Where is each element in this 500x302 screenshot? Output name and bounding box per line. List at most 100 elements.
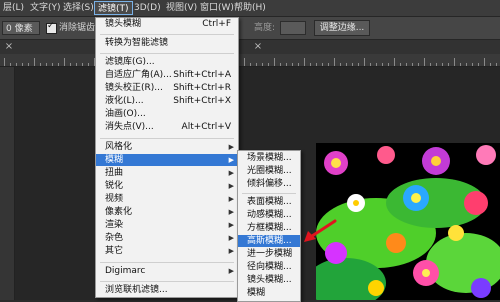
ruler-tick	[424, 58, 425, 66]
menu-item-adaptive-wide-angle[interactable]: 自适应广角(A)... Shift+Ctrl+A	[96, 69, 238, 81]
ruler-tick	[292, 63, 293, 66]
menu-item-box-blur[interactable]: 方框模糊...	[238, 222, 300, 234]
ruler-tick	[256, 63, 257, 66]
ruler-tick	[262, 63, 263, 66]
item-shortcut: Shift+Ctrl+A	[173, 70, 231, 80]
menu-separator	[100, 281, 234, 282]
menu-item-lens-blur-repeat[interactable]: 镜头模糊 Ctrl+F	[96, 18, 238, 30]
item-label: 油画(O)...	[105, 109, 146, 119]
submenu-arrow-icon: ▶	[228, 247, 234, 255]
ruler-tick	[448, 63, 449, 66]
submenu-arrow-icon: ▶	[228, 208, 234, 216]
ruler-tick	[376, 63, 377, 66]
menu-layer[interactable]: 层(L)	[0, 1, 27, 15]
submenu-arrow-icon: ▶	[228, 195, 234, 203]
menu-item-surface-blur[interactable]: 表面模糊...	[238, 196, 300, 208]
item-label: 浏览联机滤镜...	[105, 285, 168, 295]
menu-item-sharpen[interactable]: 锐化 ▶	[96, 180, 238, 192]
antialias-checkbox[interactable]	[46, 21, 57, 34]
menu-view[interactable]: 视图(V)	[163, 1, 200, 15]
close-tab-icon[interactable]: ×	[3, 41, 15, 53]
menu-item-distort[interactable]: 扭曲 ▶	[96, 167, 238, 179]
item-shortcut: Shift+Ctrl+R	[173, 83, 231, 93]
tool-strip	[0, 67, 15, 300]
menu-item-oil-paint[interactable]: 油画(O)...	[96, 108, 238, 120]
menu-item-digimarc[interactable]: Digimarc ▶	[96, 265, 238, 277]
menu-filter[interactable]: 滤镜(T)	[94, 1, 133, 15]
menu-item-field-blur[interactable]: 场景模糊...	[238, 152, 300, 164]
refine-edge-button[interactable]: 调整边缘...	[314, 20, 370, 36]
ruler-tick	[274, 58, 275, 66]
ruler-tick	[310, 63, 311, 66]
menu-item-render[interactable]: 渲染 ▶	[96, 219, 238, 231]
menu-item-pixelate[interactable]: 像素化 ▶	[96, 206, 238, 218]
close-tab-icon-2[interactable]: ×	[252, 41, 264, 53]
menu-item-blur-more[interactable]: 进一步模糊	[238, 248, 300, 260]
ruler-tick	[382, 63, 383, 66]
ruler-tick	[436, 63, 437, 66]
ruler-tick	[460, 63, 461, 66]
item-label: Digimarc	[105, 266, 146, 276]
menu-item-filter-gallery[interactable]: 滤镜库(G)...	[96, 56, 238, 68]
ruler-tick	[298, 63, 299, 66]
item-label: 液化(L)...	[105, 96, 144, 106]
menu-item-vanishing-point[interactable]: 消失点(V)... Alt+Ctrl+V	[96, 121, 238, 133]
filter-dropdown-menu: 镜头模糊 Ctrl+F 转换为智能滤镜 滤镜库(G)... 自适应广角(A)...…	[95, 17, 239, 298]
ruler-tick	[10, 63, 11, 66]
height-input[interactable]	[280, 21, 306, 35]
menu-item-other[interactable]: 其它 ▶	[96, 245, 238, 257]
menu-3d[interactable]: 3D(D)	[131, 1, 164, 15]
menu-select[interactable]: 选择(S)	[60, 1, 97, 15]
item-label: 转换为智能滤镜	[105, 38, 169, 48]
menu-item-radial-blur[interactable]: 径向模糊...	[238, 261, 300, 273]
menu-item-motion-blur[interactable]: 动感模糊...	[238, 209, 300, 221]
document-tab-strip: × ×	[0, 40, 500, 54]
ruler-tick	[484, 58, 485, 66]
ruler-tick	[52, 63, 53, 66]
submenu-arrow-icon: ▶	[228, 156, 234, 164]
menu-item-blur[interactable]: 模糊 ▶	[96, 154, 238, 166]
menu-help[interactable]: 帮助(H)	[231, 1, 269, 15]
menu-item-stylize[interactable]: 风格化 ▶	[96, 141, 238, 153]
menu-type[interactable]: 文字(Y)	[27, 1, 64, 15]
ruler-tick	[478, 63, 479, 66]
item-label: 模糊	[247, 288, 266, 298]
antialias-label: 消除锯齿	[59, 23, 96, 33]
ruler-tick	[340, 63, 341, 66]
ruler-tick	[250, 63, 251, 66]
item-label: 滤镜库(G)...	[105, 57, 155, 67]
ruler-tick	[334, 58, 335, 66]
item-label: 杂色	[105, 233, 124, 243]
ruler-tick	[466, 63, 467, 66]
height-label: 高度:	[254, 23, 276, 33]
ruler-tick	[490, 63, 491, 66]
feather-input[interactable]: 0 像素	[2, 21, 40, 35]
menu-item-noise[interactable]: 杂色 ▶	[96, 232, 238, 244]
menu-item-browse-filters-online[interactable]: 浏览联机滤镜...	[96, 284, 238, 296]
menu-item-convert-smart-filters[interactable]: 转换为智能滤镜	[96, 37, 238, 49]
item-label: 倾斜偏移...	[247, 179, 292, 189]
menu-item-lens-correction[interactable]: 镜头校正(R)... Shift+Ctrl+R	[96, 82, 238, 94]
menu-item-blur-simple[interactable]: 模糊	[238, 287, 300, 299]
ruler-tick	[430, 63, 431, 66]
ruler-tick	[412, 63, 413, 66]
menu-item-tilt-shift[interactable]: 倾斜偏移...	[238, 178, 300, 190]
menu-item-gaussian-blur[interactable]: 高斯模糊...	[238, 235, 300, 247]
ruler-tick	[304, 58, 305, 66]
item-label: 其它	[105, 246, 124, 256]
ruler-tick	[370, 63, 371, 66]
ruler-tick	[22, 63, 23, 66]
submenu-arrow-icon: ▶	[228, 234, 234, 242]
item-label: 动感模糊...	[247, 210, 292, 220]
menu-item-video[interactable]: 视频 ▶	[96, 193, 238, 205]
menu-item-liquify[interactable]: 液化(L)... Shift+Ctrl+X	[96, 95, 238, 107]
item-label: 方框模糊...	[247, 223, 292, 233]
submenu-arrow-icon: ▶	[228, 267, 234, 275]
ruler-tick	[34, 58, 35, 66]
menu-item-lens-blur[interactable]: 镜头模糊...	[238, 274, 300, 286]
menu-item-iris-blur[interactable]: 光圈模糊...	[238, 165, 300, 177]
ruler-tick	[64, 58, 65, 66]
options-bar: 0 像素 消除锯齿 高度: 调整边缘...	[0, 17, 500, 40]
item-label: 表面模糊...	[247, 197, 292, 207]
submenu-arrow-icon: ▶	[228, 182, 234, 190]
